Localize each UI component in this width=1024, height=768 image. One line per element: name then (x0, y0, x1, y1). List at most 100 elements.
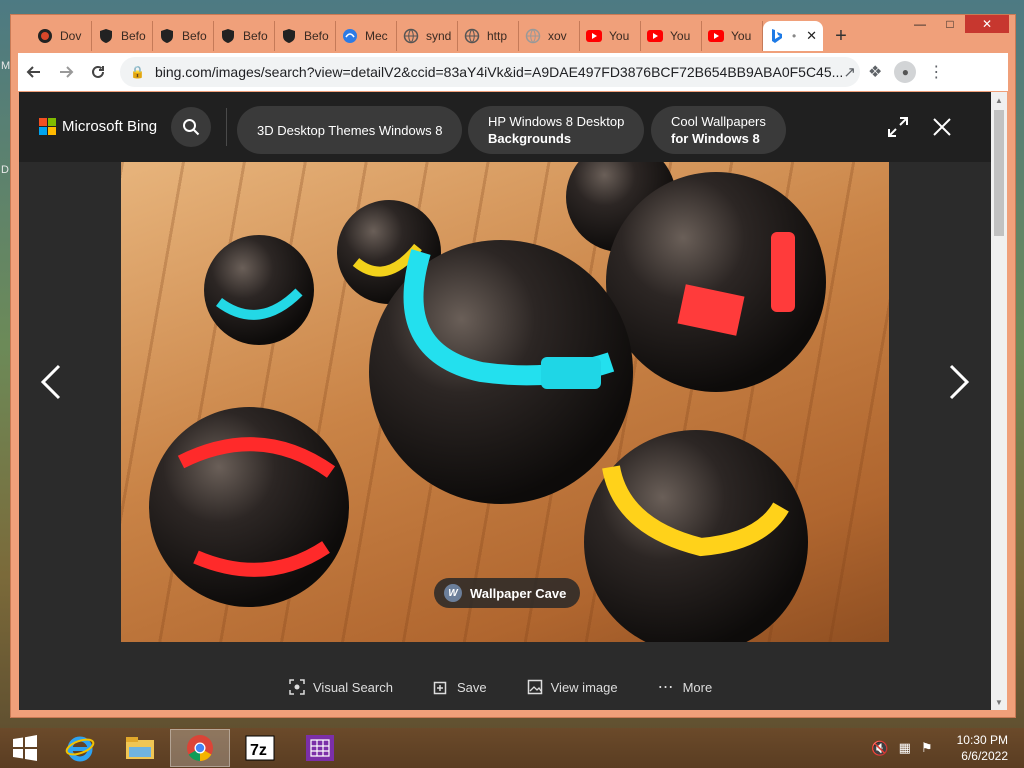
browser-tab[interactable]: xov (519, 21, 580, 51)
tab-title: You (670, 29, 691, 43)
tab-title: xov (548, 29, 567, 43)
address-bar[interactable]: 🔒 bing.com/images/search?view=detailV2&c… (120, 57, 860, 87)
header-divider (226, 108, 227, 146)
bing-header: Microsoft Bing 3D Desktop Themes Windows… (19, 92, 991, 162)
share-icon[interactable]: ↗ (843, 63, 856, 81)
new-tab-button[interactable]: + (823, 21, 859, 51)
related-search-pill[interactable]: HP Windows 8 Desktop Backgrounds (468, 106, 645, 154)
browser-tab[interactable]: Befo (153, 21, 214, 51)
close-icon (933, 118, 951, 136)
browser-tab[interactable]: You (641, 21, 702, 51)
expand-button[interactable] (883, 112, 913, 142)
forward-button[interactable] (50, 56, 82, 88)
save-button[interactable]: Save (433, 677, 487, 697)
visual-search-icon (289, 679, 305, 695)
maximize-button[interactable]: □ (935, 15, 965, 33)
browser-tab[interactable]: You (702, 21, 763, 51)
browser-tab[interactable]: Befo (214, 21, 275, 51)
search-button[interactable] (171, 107, 211, 147)
shield-icon (98, 28, 114, 44)
globe-icon (403, 28, 419, 44)
wallpaper-cave-logo-icon: W (444, 584, 462, 602)
browser-toolbar: 🔒 bing.com/images/search?view=detailV2&c… (18, 53, 1008, 91)
reload-icon (92, 65, 104, 78)
tab-title: Mec (365, 29, 388, 43)
back-button[interactable] (18, 56, 50, 88)
system-tray: 🔇 ▦ ⚑ 10:30 PM 6/6/2022 (871, 728, 1008, 768)
related-search-pill[interactable]: 3D Desktop Themes Windows 8 (237, 106, 463, 154)
browser-tab[interactable]: Befo (275, 21, 336, 51)
tab-title: http (487, 29, 508, 43)
tab-title: Dov (60, 29, 82, 43)
tab-title: You (731, 29, 752, 43)
scroll-down-icon[interactable]: ▼ (991, 694, 1007, 710)
internet-explorer-taskbar[interactable] (50, 729, 110, 767)
browser-window: — □ ✕ Dov Befo Befo Befo Befo Mec synd http xov Y… (10, 14, 1016, 718)
start-button[interactable] (0, 729, 50, 767)
related-search-pill[interactable]: Cool Wallpapers for Windows 8 (651, 106, 786, 154)
youtube-icon (708, 28, 724, 44)
7zip-taskbar[interactable]: 7z (230, 729, 290, 767)
browser-tab[interactable]: http (458, 21, 519, 51)
image-actions-bar: Visual Search Save View image ⋯ More (289, 677, 712, 697)
desktop-icon-label[interactable]: D (1, 164, 9, 176)
volume-muted-icon[interactable]: 🔇 (871, 740, 888, 757)
save-icon (433, 681, 447, 695)
7zip-icon: 7z (245, 735, 275, 761)
close-viewer-button[interactable] (927, 112, 957, 142)
image-source-badge[interactable]: W Wallpaper Cave (434, 578, 581, 608)
profile-avatar[interactable]: ● (894, 61, 917, 83)
windows-logo-icon (13, 735, 37, 761)
visual-search-button[interactable]: Visual Search (289, 677, 393, 697)
browser-tab[interactable]: Mec (336, 21, 397, 51)
extensions-puzzle-icon[interactable]: ❖ (868, 62, 882, 82)
tab-strip: Dov Befo Befo Befo Befo Mec synd http xov You You Y… (31, 21, 859, 51)
browser-tab-active[interactable]: • ✕ (763, 21, 823, 51)
scroll-thumb[interactable] (994, 110, 1004, 236)
taskbar: 7z 🔇 ▦ ⚑ 10:30 PM 6/6/2022 (0, 728, 1024, 768)
minimize-button[interactable]: — (905, 15, 935, 33)
main-image[interactable] (121, 162, 889, 642)
clock[interactable]: 10:30 PM 6/6/2022 (957, 732, 1008, 764)
kebab-menu-icon[interactable]: ⋮ (928, 62, 944, 82)
page-scrollbar[interactable]: ▲ ▼ (991, 92, 1007, 710)
spheres-wallpaper-image (149, 162, 826, 642)
globe-icon (525, 28, 541, 44)
globe-icon (464, 28, 480, 44)
bing-icon (769, 28, 785, 44)
close-window-button[interactable]: ✕ (965, 15, 1009, 33)
browser-tab[interactable]: Dov (31, 21, 92, 51)
action-center-flag-icon[interactable]: ⚑ (921, 740, 933, 756)
image-stage: W Wallpaper Cave Visual Search Save View… (19, 162, 991, 710)
folder-icon (126, 737, 154, 759)
next-image-button[interactable] (939, 362, 979, 402)
lock-icon[interactable]: 🔒 (130, 65, 145, 79)
scroll-up-icon[interactable]: ▲ (991, 92, 1007, 108)
browser-tab[interactable]: You (580, 21, 641, 51)
expand-icon (888, 117, 908, 137)
more-button[interactable]: ⋯ More (658, 677, 713, 697)
network-icon[interactable]: ▦ (899, 740, 911, 756)
chevron-right-icon (949, 364, 970, 400)
more-dots-icon: ⋯ (657, 679, 675, 696)
desktop-icon-label[interactable]: M (1, 60, 10, 72)
file-explorer-taskbar[interactable] (110, 729, 170, 767)
close-tab-icon[interactable]: ✕ (806, 28, 817, 44)
url-text[interactable]: bing.com/images/search?view=detailV2&cci… (155, 64, 843, 80)
microsoft-logo-icon (39, 118, 56, 135)
view-image-icon (527, 679, 542, 695)
view-image-button[interactable]: View image (527, 677, 618, 697)
youtube-icon (647, 28, 663, 44)
reload-button[interactable] (82, 56, 114, 88)
browser-tab[interactable]: synd (397, 21, 458, 51)
visual-studio-taskbar[interactable] (290, 729, 350, 767)
image-detail-viewer: Microsoft Bing 3D Desktop Themes Windows… (19, 92, 1007, 710)
window-controls: — □ ✕ (905, 15, 1009, 33)
chrome-taskbar[interactable] (170, 729, 230, 767)
tab-title: synd (426, 29, 452, 43)
bing-logo[interactable]: Microsoft Bing (39, 118, 157, 135)
previous-image-button[interactable] (31, 362, 71, 402)
chevron-left-icon (40, 364, 61, 400)
shield-icon (220, 28, 236, 44)
browser-tab[interactable]: Befo (92, 21, 153, 51)
